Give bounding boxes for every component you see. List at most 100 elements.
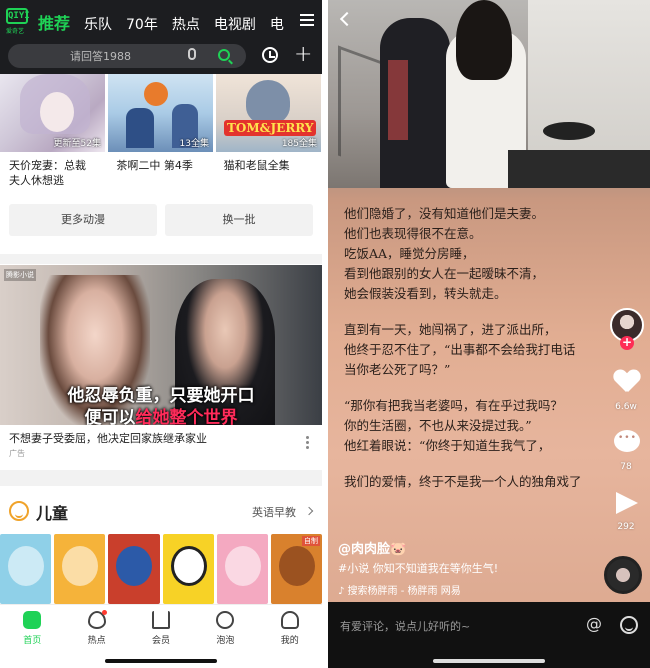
story-line: 你的生活圈，不也从来没提过我。” bbox=[344, 418, 532, 433]
kids-row: 自制 bbox=[0, 534, 322, 604]
nav-tab-tv[interactable]: 电视剧 bbox=[214, 14, 256, 34]
kids-tile[interactable] bbox=[0, 534, 52, 604]
story-line: 当你老公死了吗？” bbox=[344, 362, 451, 377]
follow-plus-icon[interactable]: + bbox=[620, 336, 634, 350]
story-text: 他们隐婚了，没有知道他们是夫妻。 他们也表现得很不在意。 吃饭AA，睡觉分房睡，… bbox=[344, 204, 614, 508]
channel-nav: 推荐 乐队 70年 热点 电视剧 电 bbox=[38, 10, 298, 34]
kids-tile[interactable]: 自制 bbox=[270, 534, 322, 604]
search-bar[interactable]: 请回答1988 bbox=[8, 44, 246, 68]
tile-art bbox=[170, 546, 207, 586]
tile-art bbox=[62, 546, 99, 586]
story-line: 她会假装没看到，转头就走。 bbox=[344, 286, 507, 301]
kids-tile[interactable] bbox=[216, 534, 268, 604]
ad-headline-2: 便可以给她整个世界 bbox=[0, 403, 322, 425]
nav-tab-band[interactable]: 乐队 bbox=[84, 14, 112, 34]
story-line: 我们的爱情，终于不是我一个人的独角戏了 bbox=[344, 474, 582, 489]
anime-title-1[interactable]: 天价宠妻：总裁 夫人休想逃 bbox=[0, 158, 107, 188]
share-icon[interactable] bbox=[616, 492, 638, 514]
tom-jerry-logo: TOM&JERRY bbox=[224, 120, 317, 136]
nav-tab-70years[interactable]: 70年 bbox=[126, 14, 158, 34]
nav-tab-hot[interactable]: 热点 bbox=[172, 14, 200, 34]
ad-banner[interactable]: 腾影小说 他忍辱负重，只要她开口 便可以给她整个世界 bbox=[0, 265, 322, 425]
anime-actions: 更多动漫 换一批 bbox=[9, 204, 315, 236]
story-line: 直到有一天，她闯祸了，进了派出所， bbox=[344, 322, 557, 337]
tab-label: 热点 bbox=[87, 636, 106, 646]
more-options-icon[interactable] bbox=[306, 436, 309, 451]
tile-art bbox=[224, 546, 261, 586]
anime-thumb-2[interactable]: 13全集 bbox=[108, 74, 213, 152]
music-ticker[interactable]: ♪ 搜索杨胖雨 - 杨胖雨 网易 bbox=[338, 582, 508, 597]
episode-badge: 13全集 bbox=[179, 139, 209, 149]
author-name[interactable]: @肉肉脸🐷 bbox=[338, 538, 406, 557]
kids-tile[interactable] bbox=[54, 534, 106, 604]
nav-tab-more[interactable]: 电 bbox=[270, 14, 284, 34]
refresh-button[interactable]: 换一批 bbox=[165, 204, 313, 236]
iqiyi-screen: QIYI 爱奇艺 推荐 乐队 70年 热点 电视剧 电 请回答1988 + 更新… bbox=[0, 0, 322, 668]
video-description[interactable]: #小说 你知不知道我在等你生气! bbox=[338, 560, 498, 576]
thumb-art bbox=[40, 92, 74, 132]
title-line: 天价宠妻：总裁 bbox=[9, 159, 86, 172]
original-tag: 自制 bbox=[302, 536, 321, 546]
ad-headline-pre: 便可以 bbox=[84, 408, 136, 425]
kids-tile[interactable] bbox=[108, 534, 160, 604]
ad-headline-highlight: 给她整个世界 bbox=[135, 408, 238, 425]
tab-me[interactable]: 我的 bbox=[258, 605, 322, 668]
music-disc-icon[interactable] bbox=[604, 556, 642, 594]
english-early-ed-link[interactable]: 英语早教 bbox=[252, 504, 296, 520]
logo-mark: QIYI bbox=[6, 8, 30, 24]
bubble-icon bbox=[216, 611, 235, 629]
ad-caption[interactable]: 不想妻子受委屈，他决定回家族继承家业 bbox=[9, 430, 207, 446]
logo-subtitle: 爱奇艺 bbox=[6, 28, 25, 35]
kids-smile-icon bbox=[9, 501, 29, 521]
more-anime-button[interactable]: 更多动漫 bbox=[9, 204, 157, 236]
history-icon[interactable] bbox=[262, 47, 278, 63]
anime-thumb-3[interactable]: TOM&JERRY 185全集 bbox=[216, 74, 321, 152]
title-line: 茶啊二中 第4季 bbox=[116, 159, 193, 172]
story-line: 吃饭AA，睡觉分房睡， bbox=[344, 246, 475, 261]
search-placeholder: 请回答1988 bbox=[70, 50, 131, 63]
section-divider bbox=[0, 470, 322, 486]
section-divider bbox=[0, 254, 322, 264]
crown-icon bbox=[151, 611, 170, 629]
story-line: 看到他跟别的女人在一起暧昧不清， bbox=[344, 266, 545, 281]
scene-shirt-print bbox=[388, 60, 408, 140]
notification-dot bbox=[102, 610, 108, 615]
microphone-icon[interactable] bbox=[188, 48, 196, 60]
mention-icon[interactable]: @ bbox=[586, 614, 602, 633]
anime-title-2[interactable]: 茶啊二中 第4季 bbox=[107, 158, 214, 188]
story-line: 他终于忍不住了，“出事都不会给我打电话 bbox=[344, 342, 576, 357]
comment-input[interactable]: 有爱评论，说点儿好听的~ bbox=[340, 618, 470, 634]
story-line: “那你有把我当老婆吗，有在乎过我吗？ bbox=[344, 398, 563, 413]
share-count: 292 bbox=[617, 522, 635, 532]
heart-icon[interactable] bbox=[614, 370, 640, 396]
thumb-art bbox=[126, 108, 154, 148]
add-icon[interactable]: + bbox=[294, 44, 312, 66]
anime-thumb-1[interactable]: 更新至52集 bbox=[0, 74, 105, 152]
tile-art bbox=[8, 546, 44, 586]
tab-label: 会员 bbox=[151, 636, 170, 646]
story-paragraph: “那你有把我当老婆吗，有在乎过我吗？ 你的生活圈，不也从来没提过我。” 他红着眼… bbox=[344, 396, 614, 456]
story-paragraph: 直到有一天，她闯祸了，进了派出所， 他终于忍不住了，“出事都不会给我打电话 当你… bbox=[344, 320, 614, 380]
chevron-right-icon[interactable] bbox=[304, 506, 314, 516]
person-icon bbox=[280, 611, 299, 629]
menu-icon[interactable] bbox=[300, 14, 314, 26]
search-icon[interactable] bbox=[218, 49, 230, 61]
comment-icon[interactable] bbox=[614, 430, 640, 452]
comment-count: 78 bbox=[620, 462, 632, 472]
douyin-screen: 他们隐婚了，没有知道他们是夫妻。 他们也表现得很不在意。 吃饭AA，睡觉分房睡，… bbox=[328, 0, 650, 668]
story-line: 他们隐婚了，没有知道他们是夫妻。 bbox=[344, 206, 545, 221]
story-line: 他红着眼说：“你终于知道生我气了， bbox=[344, 438, 551, 453]
video-scene bbox=[328, 0, 650, 188]
emoji-icon[interactable] bbox=[620, 616, 638, 634]
like-count: 6.6w bbox=[615, 402, 637, 412]
tab-label: 首页 bbox=[23, 636, 42, 646]
anime-captions: 天价宠妻：总裁 夫人休想逃 茶啊二中 第4季 猫和老鼠全集 bbox=[0, 158, 322, 188]
anime-title-3[interactable]: 猫和老鼠全集 bbox=[215, 158, 322, 188]
kids-title: 儿童 bbox=[36, 504, 69, 523]
home-indicator bbox=[105, 659, 217, 663]
nav-tab-recommend[interactable]: 推荐 bbox=[38, 10, 70, 34]
anime-row: 更新至52集 13全集 TOM&JERRY 185全集 bbox=[0, 74, 322, 152]
kids-tile[interactable] bbox=[162, 534, 214, 604]
iqiyi-logo[interactable]: QIYI 爱奇艺 bbox=[6, 8, 32, 36]
tab-home[interactable]: 首页 bbox=[0, 605, 64, 668]
